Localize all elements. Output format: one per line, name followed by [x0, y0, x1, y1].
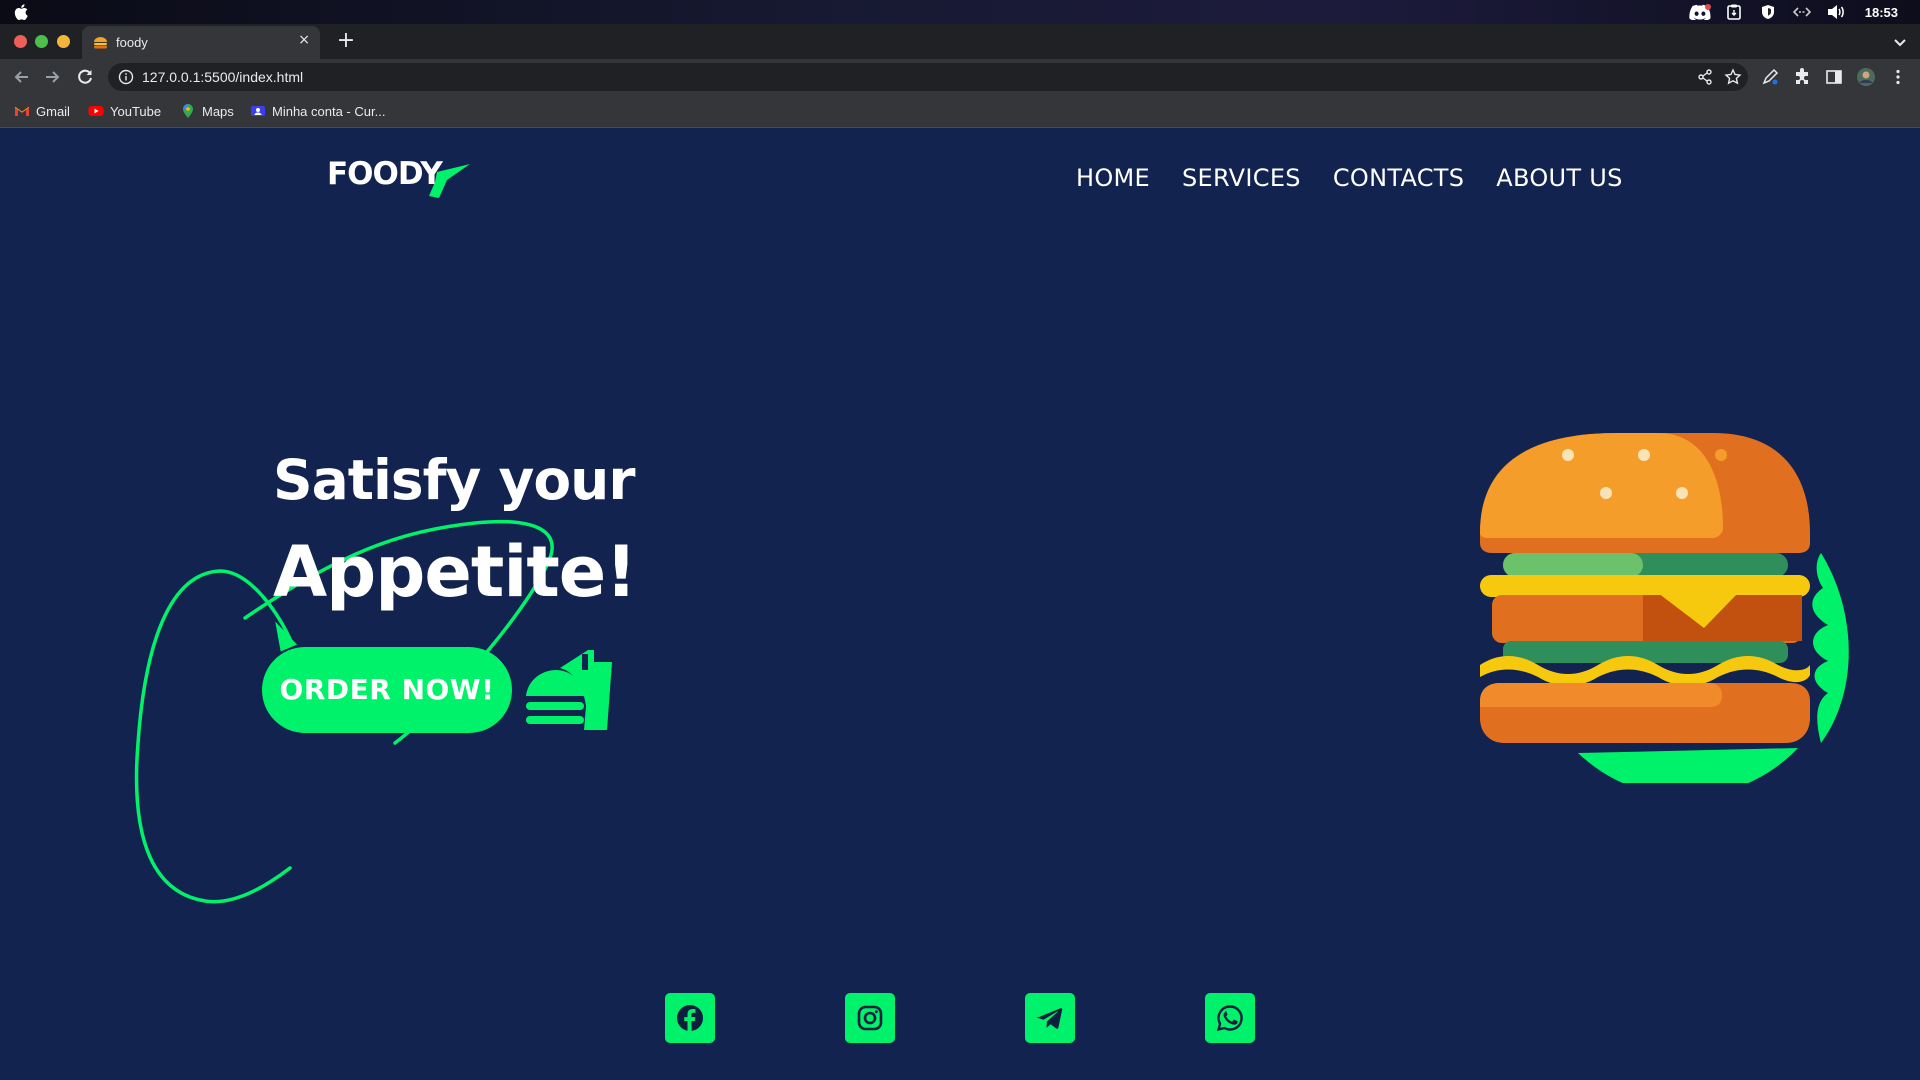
- share-icon[interactable]: [1696, 68, 1714, 86]
- new-tab-button[interactable]: +: [333, 28, 359, 54]
- tab-title: foody: [116, 35, 148, 50]
- bookmark-label: Maps: [202, 103, 234, 119]
- bookmark-label: Minha conta - Cur...: [272, 103, 386, 119]
- clock[interactable]: 18:53: [1865, 5, 1898, 20]
- page-viewport: FOODY HOME SERVICES CONTACTS ABOUT US Sa…: [0, 128, 1920, 1080]
- telegram-icon: [1036, 1008, 1063, 1029]
- apple-icon[interactable]: [12, 2, 32, 22]
- burger-and-drink-icon: [526, 650, 612, 730]
- bookmark-gmail[interactable]: Gmail: [14, 102, 70, 120]
- os-top-bar: 18:53: [0, 0, 1920, 24]
- instagram-icon: [857, 1005, 883, 1031]
- bookmark-label: Gmail: [36, 103, 70, 119]
- tab-search-chevron-icon[interactable]: [1890, 32, 1910, 52]
- discord-icon[interactable]: [1689, 3, 1711, 21]
- nav-services[interactable]: SERVICES: [1182, 164, 1301, 192]
- gmail-icon: [14, 106, 30, 116]
- side-panel-icon[interactable]: [1824, 67, 1844, 87]
- whatsapp-button[interactable]: [1205, 993, 1255, 1043]
- whatsapp-icon: [1216, 1005, 1243, 1032]
- window-maximize-button[interactable]: [57, 35, 70, 48]
- order-now-button[interactable]: ORDER NOW!: [262, 647, 512, 733]
- bookmark-maps[interactable]: Maps: [180, 102, 234, 120]
- shield-icon[interactable]: [1757, 3, 1779, 21]
- window-minimize-button[interactable]: [35, 35, 48, 48]
- youtube-icon: [88, 106, 104, 116]
- social-links: [665, 993, 1255, 1043]
- bookmark-label: YouTube: [110, 103, 162, 119]
- tab-foody[interactable]: foody ×: [82, 26, 320, 59]
- facebook-button[interactable]: [665, 993, 715, 1043]
- bookmarks-bar: Gmail YouTube Maps Minha conta - Cur...: [0, 95, 1920, 128]
- address-bar[interactable]: 127.0.0.1:5500/index.html: [108, 63, 1748, 91]
- extensions-puzzle-icon[interactable]: [1792, 67, 1812, 87]
- main-nav: HOME SERVICES CONTACTS ABOUT US: [1076, 164, 1623, 192]
- kebab-menu-icon[interactable]: [1888, 67, 1908, 87]
- forward-arrow-icon[interactable]: [42, 67, 62, 87]
- url-text[interactable]: 127.0.0.1:5500/index.html: [142, 69, 303, 85]
- maps-icon: [183, 104, 193, 118]
- account-icon: [251, 106, 265, 116]
- profile-avatar[interactable]: [1856, 67, 1876, 87]
- hero-heading-line-2: Appetite!: [273, 531, 637, 613]
- pen-extension-icon[interactable]: [1760, 67, 1780, 87]
- bookmark-youtube[interactable]: YouTube: [88, 102, 161, 120]
- logo-text: FOODY: [327, 156, 443, 192]
- burger-favicon-icon: [94, 37, 107, 49]
- window-close-button[interactable]: [14, 35, 27, 48]
- network-icon[interactable]: [1791, 3, 1813, 21]
- nav-about-us[interactable]: ABOUT US: [1496, 164, 1622, 192]
- hero-heading-line-1: Satisfy your: [273, 448, 635, 512]
- foody-logo[interactable]: FOODY: [325, 150, 470, 200]
- telegram-button[interactable]: [1025, 993, 1075, 1043]
- burger-illustration: [1480, 433, 1849, 783]
- browser-toolbar: 127.0.0.1:5500/index.html: [0, 59, 1920, 95]
- volume-icon[interactable]: [1825, 3, 1847, 21]
- info-icon[interactable]: [118, 69, 134, 85]
- facebook-icon: [677, 1005, 703, 1031]
- reload-icon[interactable]: [75, 67, 95, 87]
- tab-close-button[interactable]: ×: [298, 32, 310, 48]
- nav-home[interactable]: HOME: [1076, 164, 1150, 192]
- back-arrow-icon[interactable]: [12, 67, 32, 87]
- bookmark-account[interactable]: Minha conta - Cur...: [250, 102, 385, 120]
- bookmark-star-icon[interactable]: [1724, 68, 1742, 86]
- clipboard-icon[interactable]: [1723, 3, 1745, 21]
- instagram-button[interactable]: [845, 993, 895, 1043]
- nav-contacts[interactable]: CONTACTS: [1333, 164, 1464, 192]
